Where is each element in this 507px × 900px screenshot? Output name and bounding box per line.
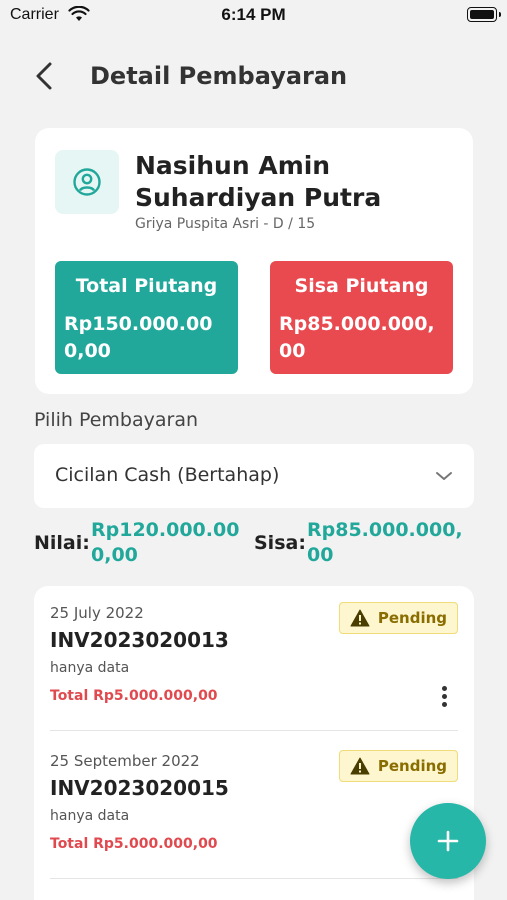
payment-summary: Nilai: Rp120.000.000,00 Sisa: Rp85.000.0… <box>34 518 474 574</box>
more-options-icon[interactable] <box>438 684 450 710</box>
customer-name: Nasihun Amin Suhardiyan Putra <box>135 151 382 212</box>
list-item[interactable]: 25 September 2022 INV2023020015 hanya da… <box>34 734 474 882</box>
total-piutang-label: Total Piutang <box>75 275 218 297</box>
top-bar: Detail Pembayaran <box>0 52 507 102</box>
nilai-label: Nilai: <box>34 532 90 554</box>
sisa-value: Rp85.000.000,00 <box>307 519 463 566</box>
chevron-left-icon <box>36 62 52 90</box>
add-payment-button[interactable] <box>410 803 486 879</box>
nilai-value: Rp120.000.000,00 <box>91 519 240 566</box>
invoice-total: Total Rp5.000.000,00 <box>50 688 218 704</box>
invoice-note: hanya data <box>50 660 130 676</box>
status-badge: Pending <box>338 602 458 634</box>
payment-type-value: Cicilan Cash (Bertahap) <box>55 464 280 486</box>
invoice-date: 25 July 2022 <box>50 604 144 622</box>
total-piutang-box: Total Piutang Rp150.000.000,00 <box>55 261 238 374</box>
sisa-piutang-box: Sisa Piutang Rp85.000.000,00 <box>270 261 453 374</box>
list-item[interactable]: 25 July 2022 INV2023020013 hanya data To… <box>34 586 474 734</box>
status-badge-label: Pending <box>377 757 447 775</box>
sisa-piutang-value: Rp85.000.000,00 <box>279 313 435 362</box>
user-circle-icon <box>73 168 101 196</box>
chevron-down-icon <box>436 472 452 480</box>
invoice-note: hanya data <box>50 808 130 824</box>
battery-icon <box>467 7 501 22</box>
payment-section-label: Pilih Pembayaran <box>34 409 199 431</box>
total-piutang-value: Rp150.000.000,00 <box>64 313 213 362</box>
invoice-number: INV2023020015 <box>50 776 229 800</box>
back-button[interactable] <box>30 58 62 94</box>
customer-address: Griya Puspita Asri - D / 15 <box>135 216 316 232</box>
sisa-piutang-label: Sisa Piutang <box>294 275 429 297</box>
status-badge-label: Pending <box>377 609 447 627</box>
clock: 6:14 PM <box>221 5 286 24</box>
invoice-date: 25 September 2022 <box>50 752 200 770</box>
divider <box>50 878 458 879</box>
page-title: Detail Pembayaran <box>90 62 348 90</box>
status-bar: Carrier 6:14 PM <box>0 0 507 30</box>
status-badge: Pending <box>338 750 458 782</box>
plus-icon <box>437 830 459 852</box>
invoice-total: Total Rp5.000.000,00 <box>50 836 218 852</box>
customer-card: Nasihun Amin Suhardiyan Putra Griya Pusp… <box>35 128 473 394</box>
warning-icon <box>350 757 370 775</box>
sisa-label: Sisa: <box>254 532 306 554</box>
invoice-number: INV2023020013 <box>50 628 229 652</box>
invoice-list: 25 July 2022 INV2023020013 hanya data To… <box>34 586 474 900</box>
divider <box>50 730 458 731</box>
avatar <box>55 150 119 214</box>
warning-icon <box>350 609 370 627</box>
payment-type-select[interactable]: Cicilan Cash (Bertahap) <box>34 444 474 508</box>
